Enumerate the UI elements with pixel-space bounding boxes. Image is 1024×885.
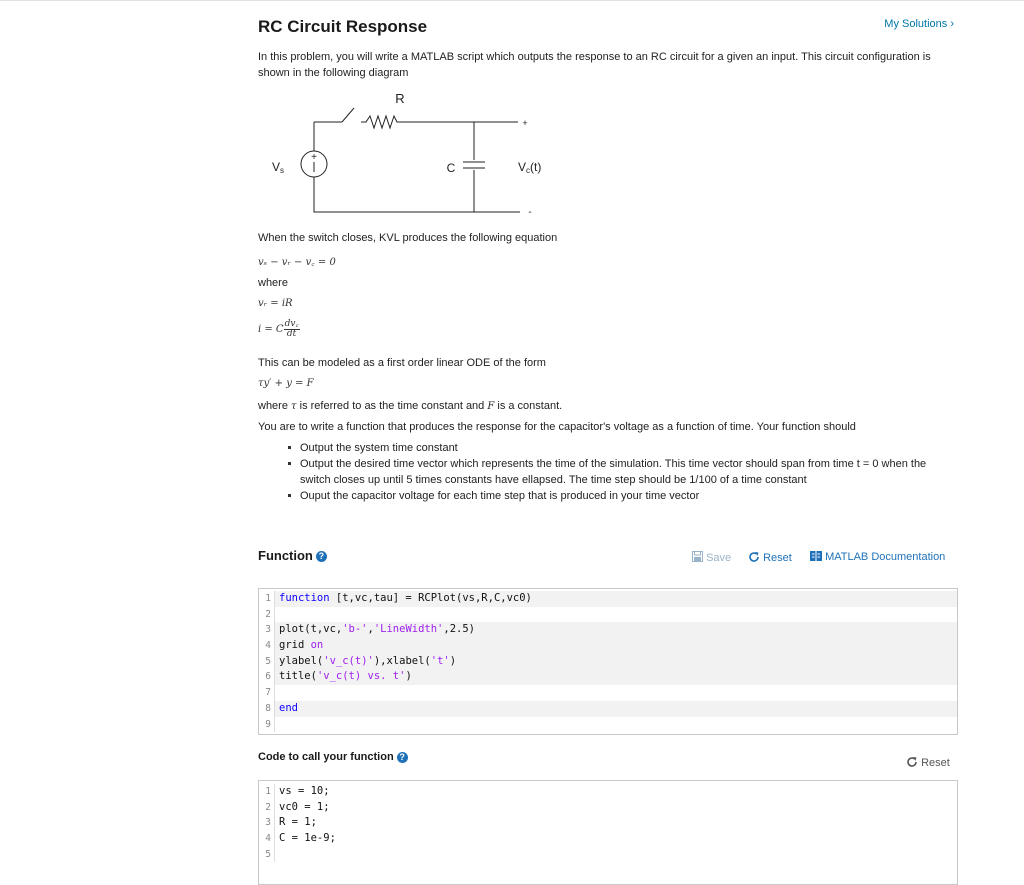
top-divider [0,0,1024,1]
call-section-title: Code to call your function? [258,751,408,763]
list-item: Output the desired time vector which rep… [288,456,928,488]
code-line: 2 vc0 = 1; [259,799,957,816]
list-item: Ouput the capacitor voltage for each tim… [288,488,928,504]
help-icon[interactable]: ? [315,551,327,563]
task-text: You are to write a function that produce… [258,421,856,433]
call-editor[interactable]: 1 vs = 10; 2 vc0 = 1; 3R = 1; 4C = 1e-9; 5 [258,780,958,885]
current-equation: i = Cdv꜀ dt [258,319,300,339]
list-item: Output the system time constant [288,440,928,456]
code-line: 6 title('v_c(t) vs. t') [259,669,957,686]
reset-icon [749,552,759,562]
ode-equation: τy′ + y = F [258,378,314,389]
code-line: 9 [259,716,957,733]
kvl-equation: vₛ − vᵣ − v꜀ = 0 [258,257,336,268]
my-solutions-link[interactable]: My Solutions › [884,18,954,30]
capacitor-label: C [447,161,456,175]
code-line: 5 [259,846,957,863]
code-line: 5 ylabel('v_c(t)'),xlabel('t') [259,653,957,670]
function-editor[interactable]: 1 function [t,vc,tau] = RCPlot(vs,R,C,vc0… [258,588,958,736]
output-minus: - [528,207,531,218]
switch-text: When the switch closes, KVL produces the… [258,232,558,244]
resistor-label: R [395,91,404,106]
docs-icon [810,551,822,561]
help-icon[interactable]: ? [396,751,408,763]
save-button[interactable]: Save [692,551,731,564]
code-line: 3 plot(t,vc,'b-','LineWidth',2.5) [259,622,957,639]
code-line: 3R = 1; [259,815,957,832]
requirements-list: Output the system time constant Output t… [288,440,928,504]
code-line: 4C = 1e-9; [259,831,957,847]
reset-icon [907,757,917,767]
where-text: where [258,277,288,289]
output-plus: + [522,118,527,128]
code-line: 2 [259,606,957,623]
code-line: 4 grid on [259,638,957,654]
rc-circuit-diagram: + R C Vs Vc(t) + - [272,91,541,218]
function-section-title: Function? [258,548,327,563]
page-title: RC Circuit Response [258,17,428,36]
source-plus: + [311,152,317,163]
call-reset-button[interactable]: Reset [906,756,950,769]
code-line: 8 end [259,700,957,717]
intro-text: In this problem, you will write a MATLAB… [258,51,931,79]
time-constant-text: where τ is referred to as the time const… [258,400,563,412]
reset-button[interactable]: Reset [748,551,792,564]
modeled-text: This can be modeled as a first order lin… [258,357,546,369]
vr-equation: vᵣ = iR [258,298,293,309]
code-line: 1 vs = 10; [259,784,957,800]
vc-label: Vc(t) [518,160,541,175]
code-line: 1 function [t,vc,tau] = RCPlot(vs,R,C,vc0… [259,591,957,607]
save-icon [692,551,703,562]
code-line: 7 [259,685,957,701]
matlab-docs-link[interactable]: MATLAB Documentation [810,551,945,563]
source-label: Vs [272,160,284,175]
